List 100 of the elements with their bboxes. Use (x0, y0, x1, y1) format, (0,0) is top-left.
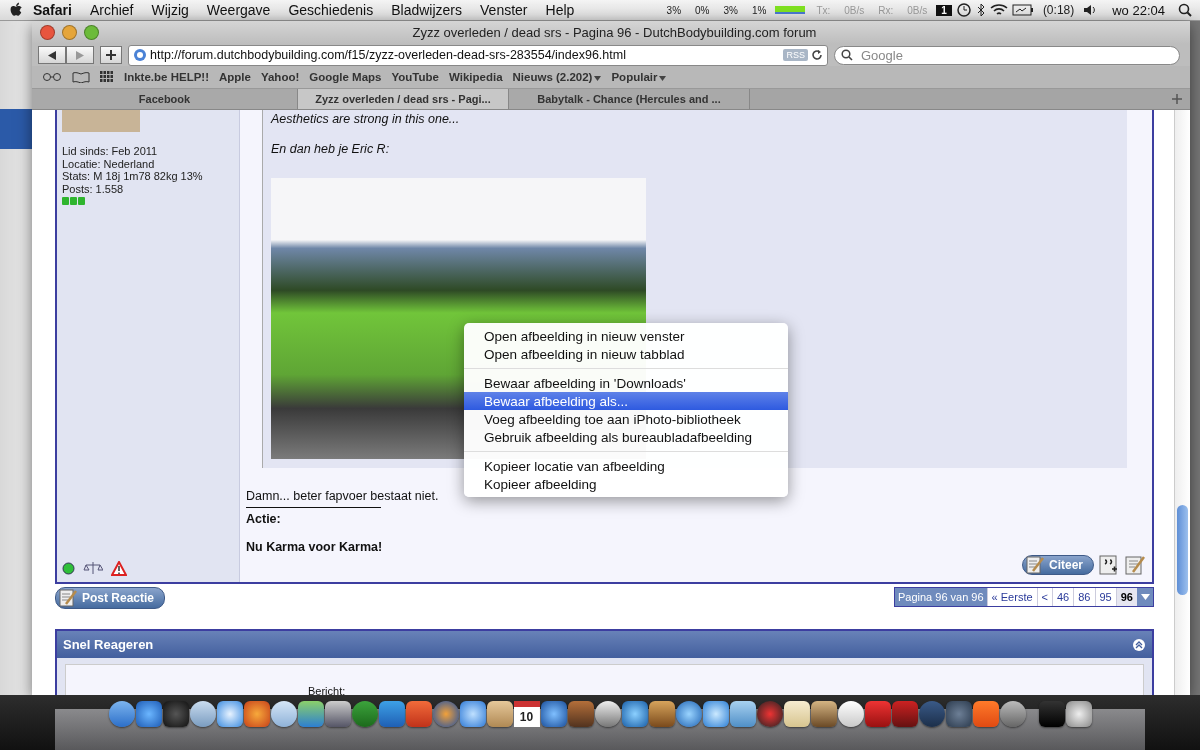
net-label: Rx: (877, 4, 895, 16)
browser-tab[interactable]: Facebook (32, 89, 298, 109)
window-title: Zyzz overleden / dead srs - Pagina 96 - DutchBodybuilding.com forum (411, 25, 818, 40)
bookmark-link[interactable]: Wikipedia (448, 71, 503, 83)
app-icon[interactable] (270, 701, 297, 727)
app-icon[interactable] (297, 701, 324, 727)
menu-clock[interactable]: wo 22:04 (1103, 2, 1174, 18)
browser-tab[interactable]: Babytalk - Chance (Hercules and ... (509, 89, 750, 109)
bookmark-menu[interactable]: Populair (611, 71, 667, 83)
signature-text: Nu Karma voor Karma! (246, 540, 384, 554)
clock-icon[interactable] (955, 2, 972, 18)
context-menu-item[interactable]: Open afbeelding in nieuw venster (464, 327, 788, 345)
cpu-reading: 0% (694, 4, 711, 16)
net-reading: 0B/s (906, 4, 929, 16)
app-icon[interactable] (1065, 701, 1092, 727)
warning-icon[interactable] (111, 560, 127, 576)
document-pencil-icon (1025, 555, 1045, 575)
app-icon[interactable] (675, 701, 702, 727)
bookmark-link[interactable]: Yahoo! (260, 71, 300, 83)
post-reply-button[interactable]: Post Reactie (55, 587, 166, 609)
book-icon[interactable] (72, 71, 90, 83)
glasses-icon[interactable] (42, 72, 62, 82)
menu-item[interactable]: Help (536, 2, 584, 18)
context-menu-item[interactable]: Voeg afbeelding toe aan iPhoto-bibliotheek (464, 410, 788, 428)
bookmark-link[interactable]: YouTube (391, 71, 439, 83)
app-icon[interactable] (621, 701, 648, 727)
app-icon[interactable] (324, 701, 351, 727)
apple-logo-icon[interactable] (10, 2, 24, 18)
page-link[interactable]: 96 (1115, 588, 1137, 606)
app-icon[interactable] (999, 701, 1026, 727)
back-button[interactable] (38, 46, 66, 64)
app-icon[interactable] (729, 701, 756, 727)
app-icon[interactable] (189, 701, 216, 727)
app-icon[interactable] (702, 701, 729, 727)
search-field[interactable]: Google (834, 45, 1180, 65)
battery-icon[interactable] (1011, 4, 1034, 16)
app-icon[interactable] (243, 701, 270, 727)
background-window (0, 109, 32, 149)
battery-time: (0:18) (1041, 3, 1076, 17)
net-reading: 0B/s (843, 4, 866, 16)
menu-item[interactable]: Bladwijzers (382, 2, 472, 18)
post-text: Damn... beter fapvoer bestaat niet. (246, 489, 440, 503)
add-bookmark-button[interactable] (100, 46, 122, 64)
left-arrow-icon (48, 50, 56, 60)
app-icon[interactable] (810, 701, 837, 727)
multi-quote-icon[interactable] (1098, 554, 1120, 576)
context-menu-item[interactable]: Kopieer locatie van afbeelding (464, 457, 788, 475)
reload-icon[interactable] (811, 49, 823, 61)
menu-item[interactable]: Venster (471, 2, 537, 18)
calendar-icon[interactable]: 10 (513, 701, 540, 727)
close-button[interactable] (40, 25, 55, 40)
forward-button[interactable] (66, 46, 94, 64)
context-menu-item[interactable]: Bewaar afbeelding in 'Downloads' (464, 374, 788, 392)
app-icon[interactable] (486, 701, 513, 727)
menu-item[interactable]: Wijzig (142, 2, 198, 18)
reputation-icon (62, 197, 86, 205)
online-status-icon (62, 561, 75, 575)
spaces-indicator[interactable]: 1 (936, 4, 952, 16)
wifi-icon[interactable] (989, 3, 1008, 17)
context-menu-item[interactable]: Open afbeelding in nieuw tabblad (464, 345, 788, 363)
browser-tab[interactable]: Zyzz overleden / dead srs - Pagi... (298, 89, 509, 109)
app-icon[interactable] (540, 701, 567, 727)
quote-text: Aesthetics are strong in this one... (271, 112, 461, 126)
app-icon[interactable] (594, 701, 621, 727)
menu-item[interactable]: Safari (24, 2, 81, 18)
bookmark-menu[interactable]: Nieuws (2.202) (512, 71, 602, 83)
bluetooth-icon[interactable] (975, 2, 986, 18)
menu-item[interactable]: Weergave (197, 2, 280, 18)
zoom-button[interactable] (84, 25, 99, 40)
scrollbar[interactable] (1174, 110, 1190, 695)
bookmark-link[interactable]: Google Maps (309, 71, 382, 83)
app-icon[interactable] (459, 701, 486, 727)
context-menu-item[interactable]: Bewaar afbeelding als... (464, 392, 788, 410)
user-info: Stats: M 18j 1m78 82kg 13% (62, 170, 204, 183)
app-icon[interactable] (432, 701, 459, 727)
context-menu-item[interactable]: Gebruik afbeelding als bureaubladafbeelding (464, 428, 788, 446)
app-icon[interactable] (216, 701, 243, 727)
scales-icon[interactable] (83, 560, 103, 576)
menu-item[interactable]: Archief (80, 2, 143, 18)
bookmark-link[interactable]: Apple (219, 71, 251, 83)
page-menu-button[interactable] (1137, 588, 1153, 606)
app-icon[interactable] (108, 701, 135, 727)
app-icon[interactable] (837, 701, 864, 727)
app-icon[interactable] (783, 701, 810, 727)
collapse-icon[interactable] (1132, 637, 1146, 652)
context-menu-item[interactable]: Kopieer afbeelding (464, 475, 788, 493)
right-arrow-icon (76, 50, 84, 60)
app-icon[interactable] (135, 701, 162, 727)
search-icon[interactable] (1178, 3, 1192, 17)
plus-icon (1172, 94, 1182, 104)
bookmark-link[interactable]: Inkte.be HELP!! (124, 71, 209, 83)
app-icon[interactable] (648, 701, 675, 727)
menu-item[interactable]: Geschiedenis (279, 2, 383, 18)
page-count: Pagina 96 van 96 (894, 588, 987, 606)
quote-button[interactable]: Citeer (1022, 555, 1094, 575)
quote-text: En dan heb je Eric R: (271, 142, 391, 156)
address-field[interactable]: http://forum.dutchbodybuilding.com/f15/zyzz-overleden-dead-srs-283554/index96.html RSS (128, 44, 828, 66)
cpu-reading: 3% (665, 4, 683, 16)
signature-text: Actie: (246, 512, 282, 526)
grid-icon[interactable] (100, 71, 114, 83)
